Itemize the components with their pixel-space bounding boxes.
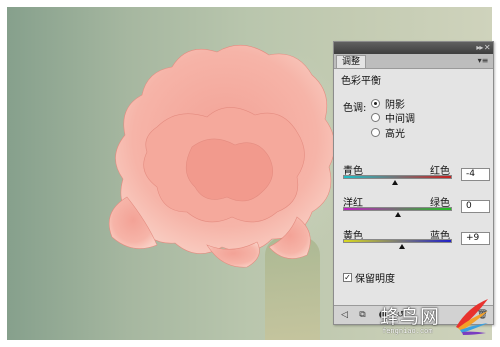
radio-button-selected[interactable]	[371, 98, 380, 108]
preserve-luminosity-option[interactable]: ✓ 保留明度	[343, 270, 395, 285]
panel-heading: 色彩平衡	[341, 76, 381, 87]
radio-button[interactable]	[371, 127, 380, 137]
adjustments-panel: ▸▸ ✕ 调整 ▾≡ 色彩平衡 色调: 阴影 中间调 高光 青色 红色 -4 洋…	[333, 41, 494, 325]
magenta-green-slider-thumb[interactable]	[394, 212, 401, 217]
collapse-icon[interactable]: ▸▸ ✕	[475, 43, 491, 53]
cyan-red-slider-track[interactable]	[343, 175, 452, 179]
clip-layer-icon[interactable]: ⧉	[356, 309, 369, 321]
cyan-red-slider-thumb[interactable]	[392, 180, 399, 185]
cyan-red-value-input[interactable]: -4	[461, 168, 490, 181]
radio-shadows[interactable]: 阴影	[371, 96, 405, 111]
back-arrow-icon[interactable]: ◁	[338, 309, 351, 321]
magenta-green-value-input[interactable]: 0	[461, 200, 490, 213]
radio-label: 阴影	[385, 99, 405, 111]
checkbox-checked[interactable]: ✓	[343, 273, 352, 282]
yellow-blue-slider-thumb[interactable]	[399, 244, 406, 249]
yellow-blue-slider-track[interactable]	[343, 239, 452, 243]
site-watermark: 蜂鸟网 fengniao.com	[380, 295, 490, 343]
radio-label: 高光	[385, 128, 405, 140]
watermark-url: fengniao.com	[382, 327, 433, 335]
tone-label: 色调:	[343, 103, 367, 114]
radio-label: 中间调	[385, 113, 415, 125]
radio-highlights[interactable]: 高光	[371, 125, 405, 140]
tab-adjustments[interactable]: 调整	[336, 55, 367, 68]
panel-tab-row: 调整 ▾≡	[334, 54, 493, 69]
panel-titlebar[interactable]: ▸▸ ✕	[334, 42, 493, 54]
radio-button[interactable]	[371, 112, 380, 122]
watermark-text: 蜂鸟网	[380, 306, 441, 328]
panel-menu-icon[interactable]: ▾≡	[477, 55, 489, 67]
hummingbird-logo-icon	[456, 299, 488, 335]
magenta-green-slider-track[interactable]	[343, 207, 452, 211]
radio-midtones[interactable]: 中间调	[371, 110, 415, 125]
checkbox-label: 保留明度	[355, 274, 395, 285]
yellow-blue-value-input[interactable]: +9	[461, 232, 490, 245]
